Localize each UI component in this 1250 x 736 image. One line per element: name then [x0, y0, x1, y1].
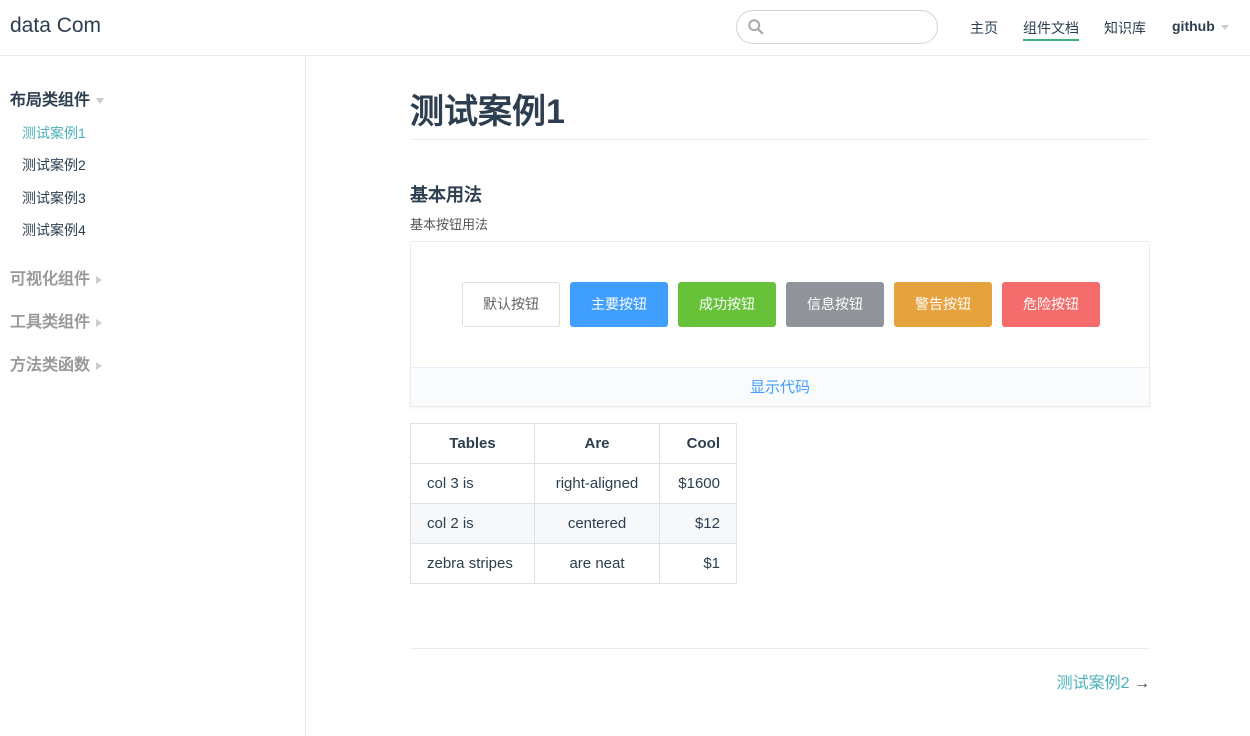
table-header-cell: Tables: [410, 423, 535, 464]
demo-block: 默认按钮 主要按钮 成功按钮 信息按钮 警告按钮 危险按钮: [410, 241, 1150, 367]
sidebar-group-label: 方法类函数: [10, 357, 91, 374]
next-page-link[interactable]: 测试案例2 →: [1057, 669, 1150, 693]
next-page-label: 测试案例2: [1056, 675, 1130, 692]
site-name[interactable]: data Com: [10, 14, 101, 38]
sidebar-group-tools[interactable]: 工具类组件: [10, 308, 103, 332]
sidebar-group-label: 布局类组件: [10, 92, 91, 109]
search-input[interactable]: [771, 17, 931, 37]
default-button[interactable]: 默认按钮: [462, 282, 560, 327]
chevron-down-icon: [1220, 24, 1229, 30]
sidebar-item-case-2[interactable]: 测试案例2: [22, 155, 86, 175]
title-divider: [410, 139, 1150, 140]
footer-divider: [410, 648, 1150, 649]
show-code-toggle[interactable]: 显示代码: [410, 367, 1150, 407]
chevron-right-icon: [96, 318, 103, 327]
table-cell: centered: [534, 503, 660, 544]
success-button[interactable]: 成功按钮: [678, 282, 776, 327]
sidebar: 布局类组件 测试案例1 测试案例2 测试案例3 测试案例4 可视化组件 工具类组…: [0, 56, 306, 736]
table-cell: $1600: [659, 463, 737, 504]
sidebar-group-methods[interactable]: 方法类函数: [10, 351, 103, 375]
page-title: 测试案例1: [410, 93, 565, 131]
nav-item-knowledge-base[interactable]: 知识库: [1104, 18, 1146, 38]
section-description: 基本按钮用法: [410, 217, 489, 232]
search-icon: [748, 19, 764, 35]
arrow-right-icon: →: [1134, 675, 1150, 692]
chevron-down-icon: [96, 97, 105, 104]
sidebar-group-label: 可视化组件: [10, 271, 91, 288]
table-header-cell: Cool: [659, 423, 737, 464]
sidebar-item-case-3[interactable]: 测试案例3: [22, 188, 86, 208]
search-box[interactable]: [736, 10, 938, 44]
section-title: 基本用法: [410, 185, 482, 205]
markdown-table: Tables Are Cool col 3 is right-aligned $…: [410, 423, 737, 584]
chevron-right-icon: [96, 361, 103, 370]
nav-item-github[interactable]: github: [1172, 18, 1229, 34]
table-cell: zebra stripes: [410, 543, 535, 584]
nav-item-github-label: github: [1172, 18, 1215, 34]
nav-item-home[interactable]: 主页: [970, 18, 998, 38]
table-header-cell: Are: [534, 423, 660, 464]
navbar: data Com 主页 组件文档 知识库 github: [0, 0, 1250, 56]
table-row: zebra stripes are neat $1: [410, 543, 737, 584]
table-row: col 2 is centered $12: [410, 503, 737, 544]
table-cell: col 2 is: [410, 503, 535, 544]
table-cell: col 3 is: [410, 463, 535, 504]
table-cell: $1: [659, 543, 737, 584]
warning-button[interactable]: 警告按钮: [894, 282, 992, 327]
sidebar-item-case-4[interactable]: 测试案例4: [22, 220, 86, 240]
sidebar-group-visualization[interactable]: 可视化组件: [10, 265, 103, 289]
table-cell: are neat: [534, 543, 660, 584]
table-row: col 3 is right-aligned $1600: [410, 463, 737, 504]
nav-item-component-docs[interactable]: 组件文档: [1023, 18, 1079, 41]
table-cell: $12: [659, 503, 737, 544]
info-button[interactable]: 信息按钮: [786, 282, 884, 327]
table-header-row: Tables Are Cool: [410, 423, 737, 464]
primary-button[interactable]: 主要按钮: [570, 282, 668, 327]
sidebar-group-layout[interactable]: 布局类组件: [10, 86, 105, 110]
danger-button[interactable]: 危险按钮: [1002, 282, 1100, 327]
table-cell: right-aligned: [534, 463, 660, 504]
chevron-right-icon: [96, 275, 103, 284]
sidebar-item-case-1[interactable]: 测试案例1: [22, 123, 86, 143]
sidebar-group-label: 工具类组件: [10, 314, 91, 331]
